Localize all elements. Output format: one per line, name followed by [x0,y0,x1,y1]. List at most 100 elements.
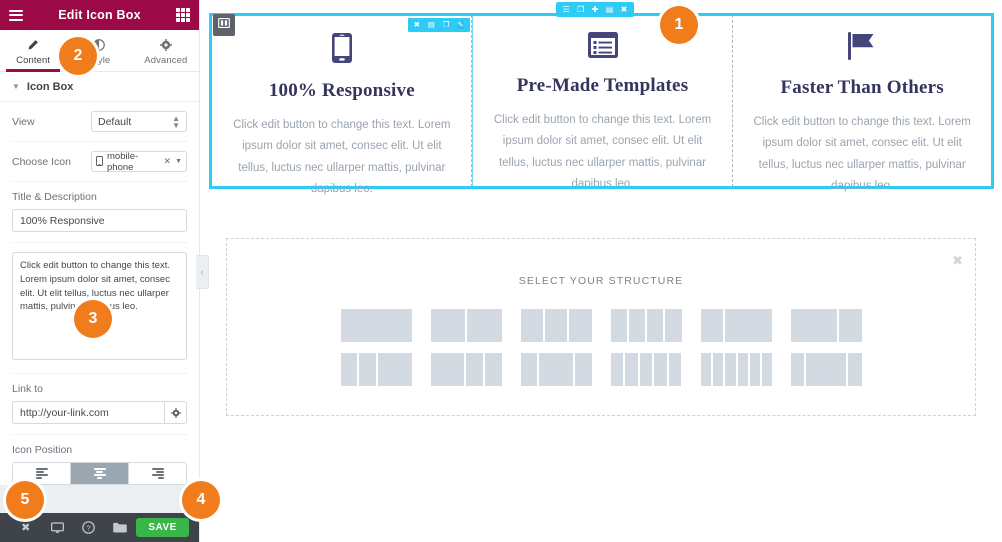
tab-advanced[interactable]: Advanced [133,30,199,71]
drag-move-x-icon[interactable]: ✖ [414,21,420,29]
preset-3-col[interactable] [520,309,592,342]
structure-title: SELECT YOUR STRUCTURE [518,275,684,287]
chevron-left-icon: ‹ [200,267,204,277]
link-input[interactable] [12,401,165,424]
widget-title: Pre-Made Templates [516,75,689,96]
align-center-icon [93,468,106,479]
panel-collapse-toggle[interactable]: ‹ [196,255,209,289]
add-plus-icon[interactable]: ✚ [592,5,599,14]
structure-preset-row-2 [340,353,862,386]
control-choose-icon-label: Choose Icon [12,155,71,168]
structure-picker: ✖ SELECT YOUR STRUCTURE [226,238,976,416]
preset-4-col[interactable] [610,309,682,342]
pencil-icon [27,38,39,51]
clear-icon-x-icon[interactable]: ✕ [164,156,172,167]
widget-title: Faster Than Others [780,77,944,98]
control-view-label: View [12,115,35,128]
section-drag-handle[interactable] [213,14,235,36]
control-link-to: Link to [12,373,187,435]
columns-section-icon [218,16,230,34]
section-toolbar: ☰ ❐ ✚ ▤ ✖ [556,2,634,17]
caret-down-icon: ▼ [12,82,20,91]
control-title-description-label: Title & Description [12,191,97,203]
widget-toolbar: ✖ ▤ ❐ ✎ [407,18,470,32]
widget-description: Click edit button to change this text. L… [753,116,971,192]
folder-library-icon[interactable] [105,513,137,542]
duplicate-icon[interactable]: ❐ [577,5,584,14]
callout-badge-4: 4 [182,481,220,519]
icon-position-right-button[interactable] [129,463,186,484]
duplicate-icon[interactable]: ❐ [443,21,450,29]
structure-close-icon[interactable]: ✖ [952,253,963,269]
column-2[interactable]: Pre-Made Templates Click edit button to … [473,15,733,190]
section-container[interactable]: ✖ ▤ ❐ ✎ 100% Responsive Click edit butto… [209,13,994,195]
tab-content-label: Content [16,55,51,66]
preset-50-25-25[interactable] [430,353,502,386]
question-help-icon[interactable]: ? [73,513,105,542]
view-select-value: Default [98,115,132,128]
choose-icon-value: mobile-phone [107,150,139,173]
control-icon-position-label: Icon Position [12,444,73,456]
monitor-responsive-icon[interactable] [42,513,74,542]
svg-text:?: ? [87,523,91,532]
panel-body: View Default ▲ ▼ Choose Icon mobile-phone [0,102,199,485]
structure-preset-row-1 [340,309,862,342]
save-button[interactable]: SAVE [136,518,190,537]
preset-2-col[interactable] [430,309,502,342]
callout-badge-5: 5 [6,481,44,519]
link-row [12,401,187,424]
widget-description: Click edit button to change this text. L… [493,114,712,190]
column-divider [471,15,473,187]
choose-icon-select[interactable]: mobile-phone ✕ ▼ [91,150,187,173]
preset-25-50-25[interactable] [520,353,592,386]
hamburger-menu-icon[interactable] [9,9,23,21]
column-3[interactable]: Faster Than Others Click edit button to … [732,15,992,192]
save-disk-icon[interactable]: ▤ [606,5,614,14]
control-view: View Default ▲ ▼ [12,102,187,142]
preset-6-col[interactable] [700,353,772,386]
align-right-icon [151,468,164,479]
icon-position-top-button[interactable] [71,463,129,484]
preset-67-33[interactable] [790,309,862,342]
chevron-down-icon[interactable]: ▼ [175,158,182,165]
control-title-description: Title & Description [12,182,187,243]
structure-preset-rows [227,309,975,386]
preset-1-col[interactable] [340,309,412,342]
icon-position-segmented [12,462,187,485]
preset-33-67[interactable] [700,309,772,342]
editor-panel: Edit Icon Box Content Style Advanced ▼ I… [0,0,200,542]
control-icon-position: Icon Position [12,435,187,485]
mobile-phone-icon [96,155,103,168]
flag-icon [846,31,878,66]
elementor-editor-screen: Edit Icon Box Content Style Advanced ▼ I… [0,0,1002,542]
widget-title: 100% Responsive [268,80,415,101]
section-columns: ✖ ▤ ❐ ✎ 100% Responsive Click edit butto… [211,15,992,195]
panel-header: Edit Icon Box [0,0,199,30]
callout-badge-1: 1 [660,6,698,44]
callout-badge-3: 3 [74,300,112,338]
list-menu-icon[interactable]: ☰ [563,5,570,14]
gear-icon [159,38,172,51]
tab-advanced-label: Advanced [144,55,188,66]
preset-20-60-20[interactable] [790,353,862,386]
widget-description: Click edit button to change this text. L… [233,119,451,195]
preset-25-25-50[interactable] [340,353,412,386]
panel-section-header[interactable]: ▼ Icon Box [0,72,199,102]
title-input[interactable] [12,209,187,232]
mobile-phone-icon [331,32,353,69]
save-disk-icon[interactable]: ▤ [428,21,435,29]
view-select[interactable]: Default ▲ ▼ [91,111,187,132]
panel-section-title: Icon Box [26,80,74,93]
tab-content[interactable]: Content [0,30,66,72]
control-choose-icon: Choose Icon mobile-phone ✕ ▼ [12,142,187,182]
preview-canvas: ✖ ▤ ❐ ✎ 100% Responsive Click edit butto… [201,0,1002,542]
preset-5-col[interactable] [610,353,682,386]
close-x-icon[interactable]: ✖ [621,5,628,14]
page-title: Edit Icon Box [58,8,141,22]
align-left-icon [35,468,48,479]
link-options-gear-icon[interactable] [164,401,187,424]
column-divider [731,15,733,187]
column-1[interactable]: ✖ ▤ ❐ ✎ 100% Responsive Click edit butto… [211,15,473,195]
grid-apps-icon[interactable] [176,8,190,22]
edit-pencil-icon[interactable]: ✎ [457,21,464,29]
